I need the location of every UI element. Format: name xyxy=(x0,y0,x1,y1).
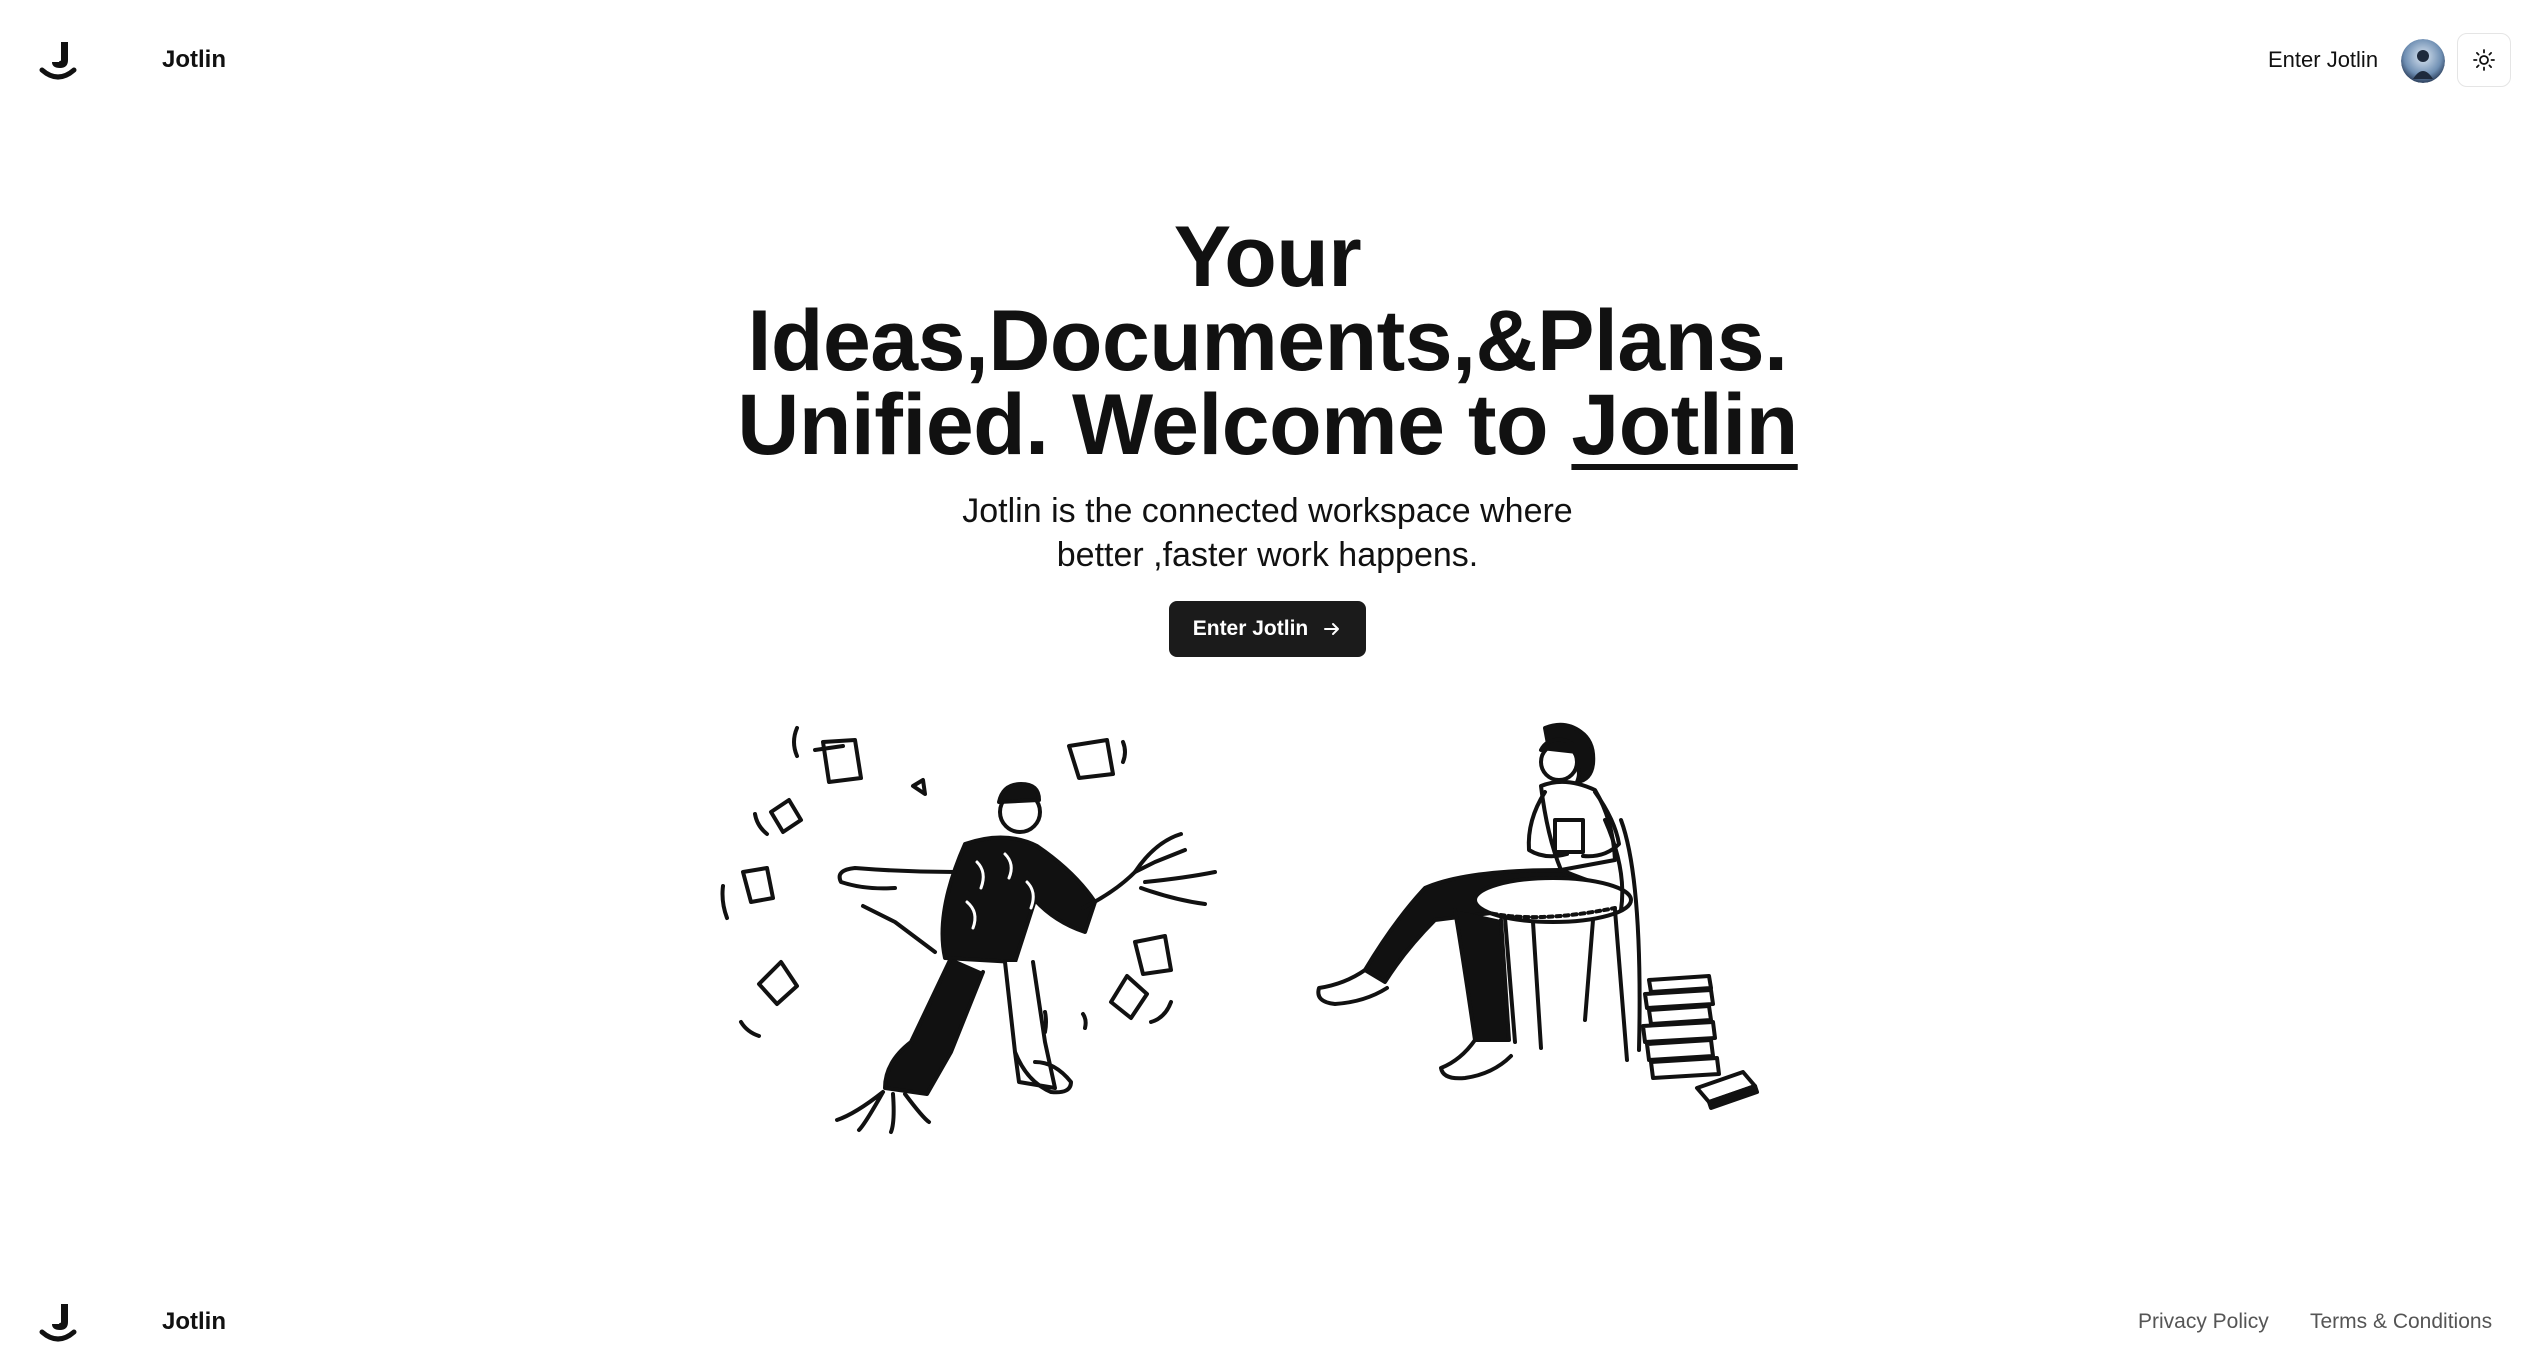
enter-jotlin-button[interactable]: Enter Jotlin xyxy=(1168,601,1367,657)
user-avatar[interactable] xyxy=(2401,39,2445,83)
top-navbar: Jotlin Enter Jotlin xyxy=(0,0,2535,120)
footer-brand-name[interactable]: Jotlin xyxy=(162,1306,226,1338)
terms-conditions-link[interactable]: Terms & Conditions xyxy=(2310,1306,2492,1338)
cta-label: Enter Jotlin xyxy=(1192,617,1309,640)
headline-line-3: Unified. Welcome to Jotlin xyxy=(668,382,1868,468)
subtitle-line-1: Jotlin is the connected workspace where xyxy=(962,492,1573,530)
landing-page: Jotlin Enter Jotlin Your Ideas,Documents… xyxy=(0,0,2535,1348)
headline-line-3-prefix: Unified. Welcome to xyxy=(737,377,1572,473)
hero-section: Your Ideas,Documents,&Plans. Unified. We… xyxy=(0,209,2535,657)
headline-line-2: Ideas,Documents,&Plans. xyxy=(747,293,1788,389)
headline-line-1: Your xyxy=(1173,209,1362,305)
headline-brand-link: Jotlin xyxy=(1571,377,1798,473)
jotlin-logo-icon[interactable] xyxy=(38,1302,78,1346)
hero-headline: Your Ideas,Documents,&Plans. Unified. We… xyxy=(668,209,1868,468)
enter-jotlin-link[interactable]: Enter Jotlin xyxy=(2268,44,2378,76)
theme-toggle-button[interactable] xyxy=(2457,33,2511,87)
sun-icon xyxy=(2473,49,2495,71)
subtitle-line-2: better ,faster work happens. xyxy=(1056,536,1479,574)
hero-subtitle: Jotlin is the connected workspace where … xyxy=(918,489,1618,577)
footer: Jotlin Privacy Policy Terms & Conditions xyxy=(0,1290,2535,1348)
jotlin-logo-icon[interactable] xyxy=(38,40,78,84)
arrow-right-icon xyxy=(1324,623,1340,635)
privacy-policy-link[interactable]: Privacy Policy xyxy=(2138,1306,2269,1338)
person-juggling-papers-illustration xyxy=(720,726,1217,1134)
brand-name[interactable]: Jotlin xyxy=(162,44,226,76)
person-reading-illustration xyxy=(1316,722,1759,1110)
